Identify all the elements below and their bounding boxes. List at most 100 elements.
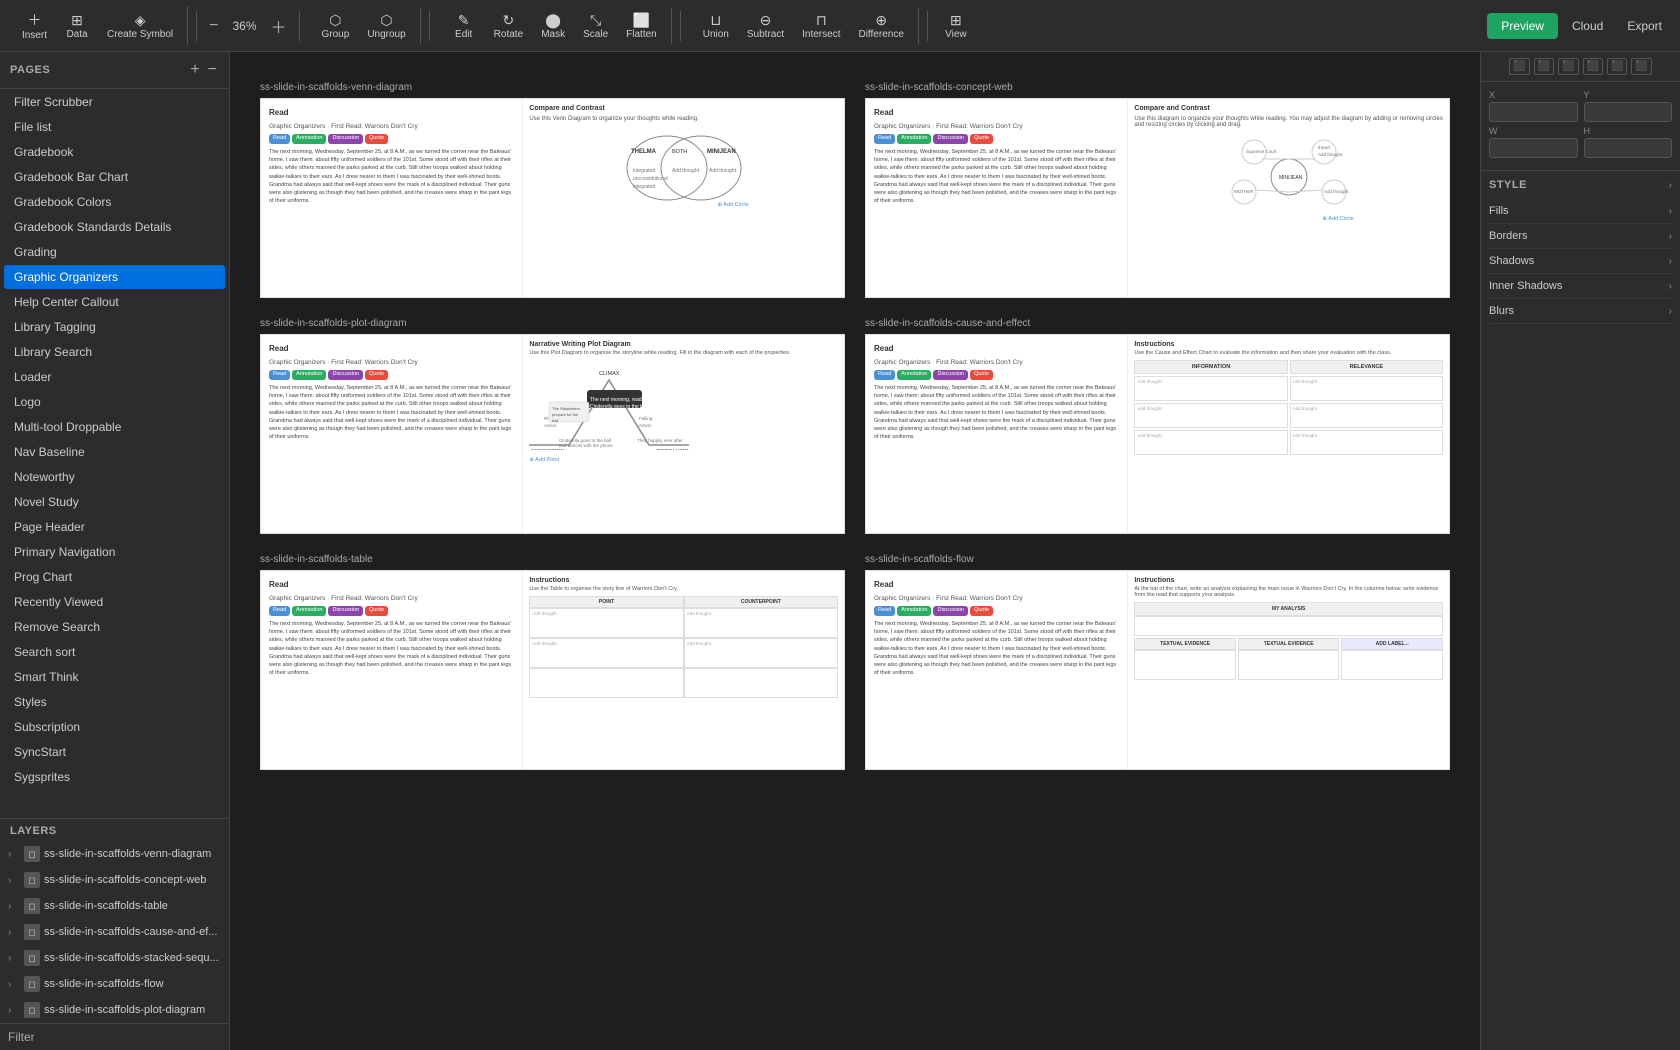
page-item-gradebook-colors[interactable]: Gradebook Colors <box>4 190 225 214</box>
group-button[interactable]: ⬡ Group <box>314 8 358 44</box>
page-item-gradebook-standards-details[interactable]: Gradebook Standards Details <box>4 215 225 239</box>
slide-concept[interactable]: Read Graphic Organizers · First Read: Wa… <box>865 98 1450 298</box>
cloud-button[interactable]: Cloud <box>1562 13 1613 39</box>
subtract-button[interactable]: ⊖ Subtract <box>739 8 792 44</box>
canvas-area[interactable]: ss-slide-in-scaffolds-venn-diagram Read … <box>230 52 1480 1050</box>
page-item-logo[interactable]: Logo <box>4 390 225 414</box>
page-item-styles[interactable]: Styles <box>4 690 225 714</box>
align-center-button[interactable]: ⬛ <box>1534 58 1554 75</box>
align-right-button[interactable]: ⬛ <box>1558 58 1578 75</box>
blurs-row[interactable]: Blurs › <box>1489 299 1672 324</box>
page-item-label: Nav Baseline <box>14 445 215 459</box>
page-item-grading[interactable]: Grading <box>4 240 225 264</box>
alignment-row: ⬛ ⬛ ⬛ ⬛ ⬛ ⬛ <box>1481 52 1680 82</box>
slide-cause[interactable]: Read Graphic Organizers · First Read: Wa… <box>865 334 1450 534</box>
fills-row[interactable]: Fills › <box>1489 199 1672 224</box>
page-item-sygsprites[interactable]: Sygsprites <box>4 765 225 789</box>
layer-item-ss-slide-in-scaffolds-venn-diagram[interactable]: › ◻ ss-slide-in-scaffolds-venn-diagram <box>0 841 229 867</box>
shadows-row[interactable]: Shadows › <box>1489 249 1672 274</box>
slide-plot[interactable]: Read Graphic Organizers · First Read: Wa… <box>260 334 845 534</box>
page-item-page-header[interactable]: Page Header <box>4 515 225 539</box>
edit-button[interactable]: ✎ Edit <box>444 8 484 44</box>
badge-read-ce: Read <box>874 370 895 380</box>
page-item-multi-tool-droppable[interactable]: Multi-tool Droppable <box>4 415 225 439</box>
rotate-button[interactable]: ↻ Rotate <box>486 8 531 44</box>
page-item-search-sort[interactable]: Search sort <box>4 640 225 664</box>
more-align-button[interactable]: ⬛ <box>1631 58 1651 75</box>
page-item-primary-navigation[interactable]: Primary Navigation <box>4 540 225 564</box>
add-page-button[interactable]: + <box>188 60 201 80</box>
style-collapse-icon[interactable]: › <box>1669 180 1672 191</box>
export-button[interactable]: Export <box>1617 13 1672 39</box>
borders-row[interactable]: Borders › <box>1489 224 1672 249</box>
page-item-file-list[interactable]: File list <box>4 115 225 139</box>
page-item-recently-viewed[interactable]: Recently Viewed <box>4 590 225 614</box>
distribute-v-button[interactable]: ⬛ <box>1607 58 1627 75</box>
slide-table[interactable]: Read Graphic Organizers · First Read: Wa… <box>260 570 845 770</box>
scale-button[interactable]: ⤡ Scale <box>575 8 616 44</box>
intersect-button[interactable]: ⊓ Intersect <box>794 8 848 44</box>
page-item-noteworthy[interactable]: Noteworthy <box>4 465 225 489</box>
page-item-novel-study[interactable]: Novel Study <box>4 490 225 514</box>
layer-item-ss-slide-in-scaffolds-cause-and-ef[interactable]: › ◻ ss-slide-in-scaffolds-cause-and-ef..… <box>0 919 229 945</box>
layer-item-ss-slide-in-scaffolds-concept-web[interactable]: › ◻ ss-slide-in-scaffolds-concept-web <box>0 867 229 893</box>
boolean-tools: ⊔ Union ⊖ Subtract ⊓ Intersect ⊕ Differe… <box>689 8 919 44</box>
page-item-gradebook-bar-chart[interactable]: Gradebook Bar Chart <box>4 165 225 189</box>
add-circle-btn[interactable]: ⊕ Add Circle <box>717 202 748 208</box>
wh-row: W H <box>1489 126 1672 158</box>
y-input[interactable] <box>1584 102 1673 122</box>
view-button[interactable]: ⊞ View <box>936 8 976 44</box>
filter-button[interactable]: Filter <box>8 1030 35 1044</box>
preview-button[interactable]: Preview <box>1487 13 1558 39</box>
layer-item-ss-slide-in-scaffolds-table[interactable]: › ◻ ss-slide-in-scaffolds-table <box>0 893 229 919</box>
page-item-gradebook[interactable]: Gradebook <box>4 140 225 164</box>
difference-button[interactable]: ⊕ Difference <box>850 8 911 44</box>
grid-icon: ⊞ <box>71 12 83 29</box>
slide-body-plot: The next morning, Wednesday, September 2… <box>269 384 514 442</box>
page-item-library-tagging[interactable]: Library Tagging <box>4 315 225 339</box>
add-label-btn[interactable]: ADD LABEL... <box>1341 638 1443 650</box>
h-field: H <box>1584 126 1673 158</box>
w-input[interactable] <box>1489 138 1578 158</box>
add-circle-concept-btn[interactable]: ⊕ Add Circle <box>1322 216 1353 222</box>
page-item-loader[interactable]: Loader <box>4 365 225 389</box>
x-input[interactable] <box>1489 102 1578 122</box>
align-left-button[interactable]: ⬛ <box>1509 58 1529 75</box>
zoom-out-button[interactable]: − <box>205 15 222 37</box>
layer-item-ss-slide-in-scaffolds-flow[interactable]: › ◻ ss-slide-in-scaffolds-flow <box>0 971 229 997</box>
layer-item-ss-slide-in-scaffolds-plot-diagram[interactable]: › ◻ ss-slide-in-scaffolds-plot-diagram <box>0 997 229 1023</box>
data-button[interactable]: ⊞ Data <box>57 8 97 44</box>
page-item-filter-scrubber[interactable]: Filter Scrubber <box>4 90 225 114</box>
page-item-subscription[interactable]: Subscription <box>4 715 225 739</box>
plot-svg: EXPOSITION CLIMAX RESOLUTION Rising Acti… <box>529 360 689 450</box>
zoom-in-button[interactable]: ＋ <box>267 12 291 40</box>
page-item-smart-think[interactable]: Smart Think <box>4 665 225 689</box>
ungroup-button[interactable]: ⬡ Ungroup <box>359 8 413 44</box>
page-item-syncstart[interactable]: SyncStart <box>4 740 225 764</box>
slide-title-cause: Read <box>874 343 1119 354</box>
rotate-label: Rotate <box>494 29 523 40</box>
distribute-h-button[interactable]: ⬛ <box>1583 58 1603 75</box>
flatten-button[interactable]: ⬜ Flatten <box>618 8 665 44</box>
add-point-btn[interactable]: ⊕ Add Point <box>529 457 838 463</box>
h-input[interactable] <box>1584 138 1673 158</box>
insert-button[interactable]: ＋ Insert <box>14 6 55 45</box>
create-symbol-button[interactable]: ◈ Create Symbol <box>99 8 181 44</box>
page-item-prog-chart[interactable]: Prog Chart <box>4 565 225 589</box>
slide-body-flow: The next morning, Wednesday, September 2… <box>874 620 1119 678</box>
page-item-help-center-callout[interactable]: Help Center Callout <box>4 290 225 314</box>
slide-flow[interactable]: Read Graphic Organizers · First Read: Wa… <box>865 570 1450 770</box>
collapse-pages-button[interactable]: − <box>206 60 219 80</box>
slide-venn[interactable]: Read Graphic Organizers · First Read: Wa… <box>260 98 845 298</box>
union-button[interactable]: ⊔ Union <box>695 8 737 44</box>
page-item-remove-search[interactable]: Remove Search <box>4 615 225 639</box>
mask-button[interactable]: ⬤ Mask <box>533 8 573 44</box>
layer-icon: ◻ <box>24 924 40 940</box>
page-item-library-search[interactable]: Library Search <box>4 340 225 364</box>
story-table: POINT COUNTERPOINT Add thought. Add thou… <box>529 596 838 698</box>
page-item-graphic-organizers[interactable]: Graphic Organizers <box>4 265 225 289</box>
table-row-3 <box>529 668 838 698</box>
page-item-nav-baseline[interactable]: Nav Baseline <box>4 440 225 464</box>
layer-item-ss-slide-in-scaffolds-stacked-sequ[interactable]: › ◻ ss-slide-in-scaffolds-stacked-sequ..… <box>0 945 229 971</box>
inner-shadows-row[interactable]: Inner Shadows › <box>1489 274 1672 299</box>
